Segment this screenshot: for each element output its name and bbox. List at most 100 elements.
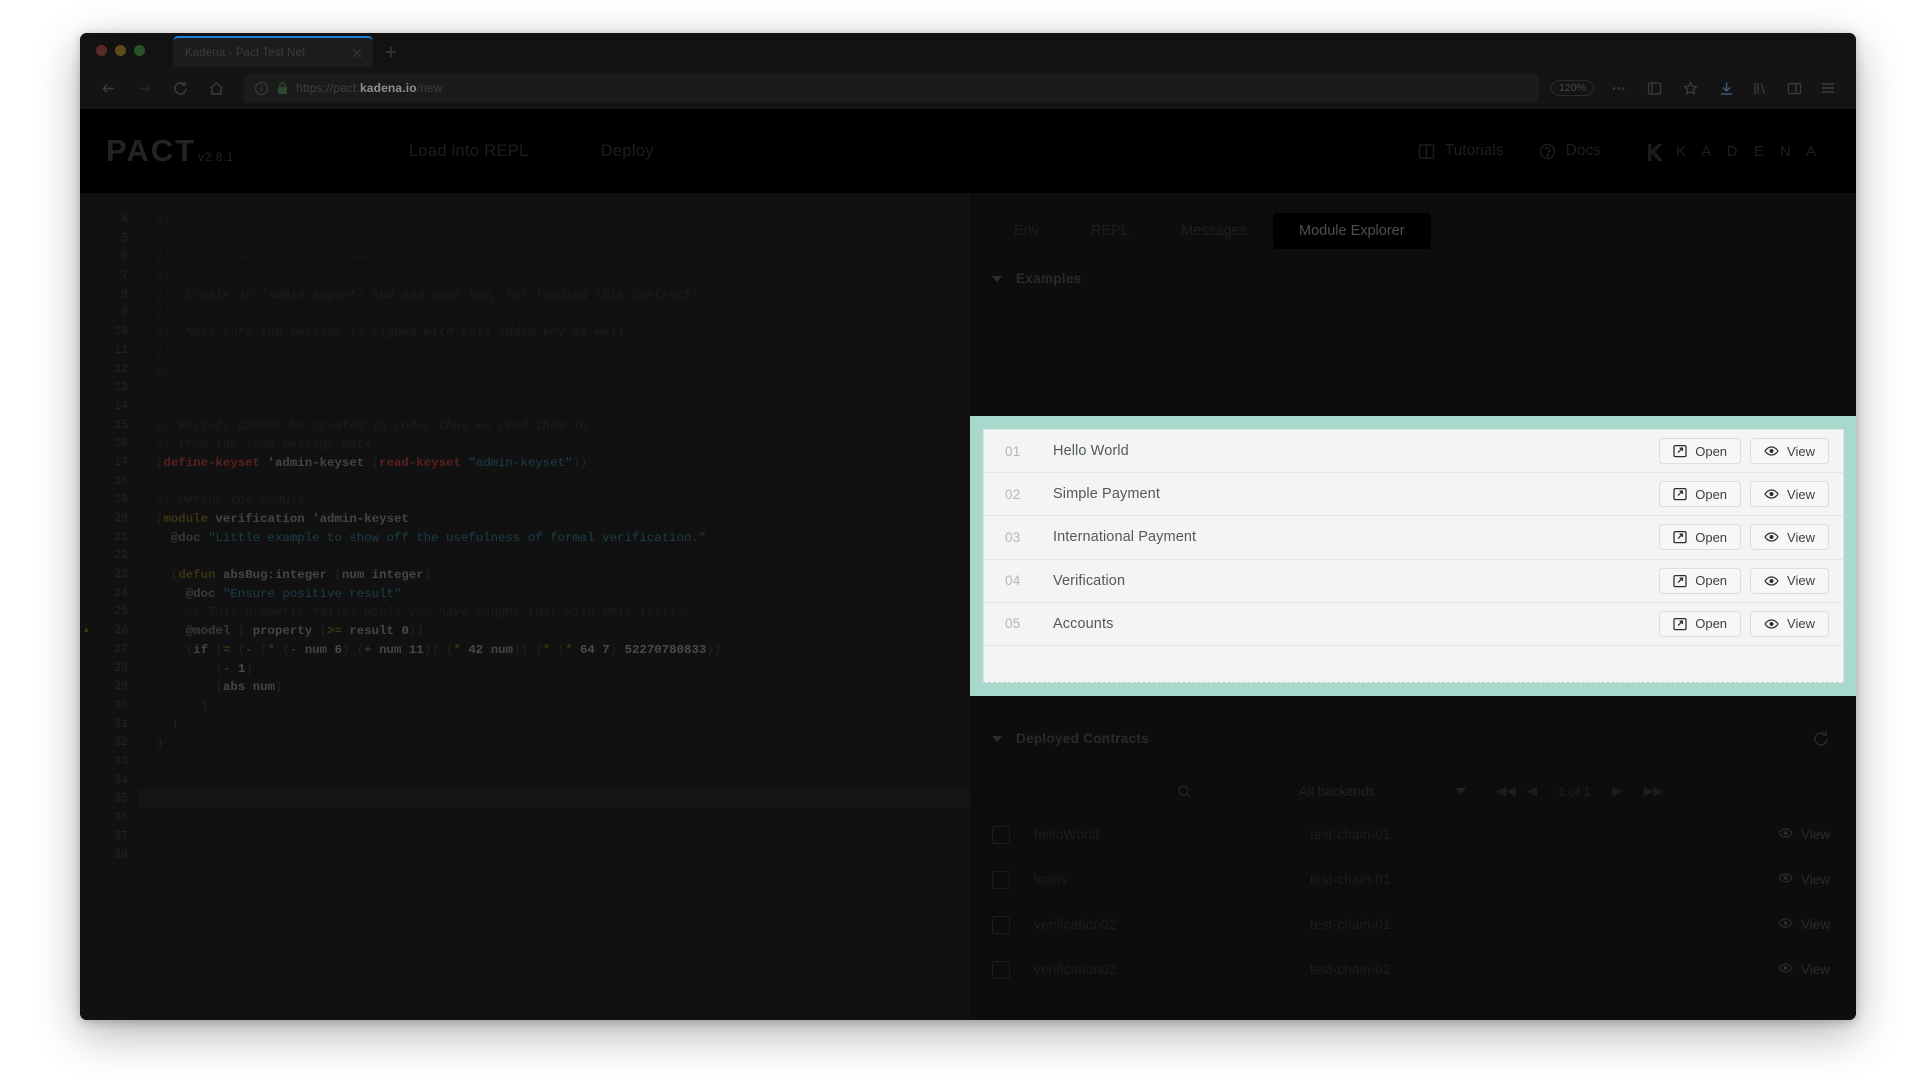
tab-env[interactable]: Env xyxy=(988,213,1065,249)
contract-row[interactable]: verification02 test-chain-02 View xyxy=(970,947,1856,992)
page-actions-icon[interactable] xyxy=(1602,73,1634,103)
deployed-contracts-header[interactable]: Deployed Contracts xyxy=(970,709,1856,760)
code-editor[interactable]: 4 5 6 7 8 9 10 11 12 13 14 15 16 17 18 19 20 21 22 23 24 25 26… xyxy=(80,193,970,1020)
search-input[interactable] xyxy=(992,777,1192,805)
chevron-down-icon[interactable] xyxy=(992,735,1002,742)
reader-view-icon[interactable] xyxy=(1638,73,1670,103)
tab-repl[interactable]: REPL xyxy=(1065,213,1155,249)
code-line[interactable]: ;; Keysets cannot be created in code, th… xyxy=(138,417,970,436)
kadena-brand[interactable]: K A D E N A xyxy=(1645,142,1822,161)
row-checkbox[interactable] xyxy=(992,825,1010,844)
code-line[interactable] xyxy=(138,828,970,847)
view-contract-button[interactable]: View xyxy=(1778,871,1830,888)
tab-module-explorer[interactable]: Module Explorer xyxy=(1272,213,1431,249)
code-line[interactable]: (abs num) xyxy=(138,678,970,697)
view-contract-button[interactable]: View xyxy=(1778,916,1830,933)
hamburger-menu-icon[interactable] xyxy=(1812,73,1844,103)
example-row[interactable]: 05 Accounts Open View xyxy=(984,603,1843,646)
new-tab-button[interactable] xyxy=(373,36,409,67)
code-line[interactable]: (if (= (- (* (- num 6) (+ num 11)) (* 42… xyxy=(138,641,970,660)
open-example-button[interactable]: Open xyxy=(1659,567,1742,594)
code-line[interactable]: ;; Make sure the message is signed with … xyxy=(138,323,970,342)
view-contract-button[interactable]: View xyxy=(1778,826,1830,843)
code-line[interactable]: @model [ property (>= result 0)] xyxy=(138,622,970,641)
address-bar[interactable]: https://pact.kadena.io/new xyxy=(244,73,1540,103)
back-icon[interactable] xyxy=(92,73,124,103)
row-checkbox[interactable] xyxy=(992,915,1010,934)
window-controls[interactable] xyxy=(96,45,145,56)
code-line[interactable]: ;;--------------------------------- xyxy=(138,248,970,267)
load-into-repl-button[interactable]: Load into REPL xyxy=(409,142,529,161)
downloads-icon[interactable] xyxy=(1710,73,1742,103)
code-line[interactable]: @doc "Little example to show off the use… xyxy=(138,529,970,548)
code-line[interactable] xyxy=(138,753,970,772)
prev-page-button[interactable]: ◀ xyxy=(1527,783,1537,799)
refresh-icon[interactable] xyxy=(1812,730,1830,748)
home-icon[interactable] xyxy=(200,73,232,103)
view-example-button[interactable]: View xyxy=(1750,567,1829,594)
open-example-button[interactable]: Open xyxy=(1659,524,1742,551)
code-line[interactable]: ) xyxy=(138,697,970,716)
code-line[interactable]: ;; xyxy=(138,267,970,286)
open-example-button[interactable]: Open xyxy=(1659,610,1742,637)
close-window-button[interactable] xyxy=(96,45,107,56)
library-icon[interactable] xyxy=(1744,73,1776,103)
view-example-button[interactable]: View xyxy=(1750,524,1829,551)
code-line[interactable] xyxy=(138,790,970,809)
code-line[interactable]: (module verification 'admin-keyset xyxy=(138,510,970,529)
code-line[interactable]: ;; xyxy=(138,342,970,361)
example-row[interactable]: 02 Simple Payment Open View xyxy=(984,473,1843,517)
contract-row[interactable]: helloWorld test-chain-01 View xyxy=(970,812,1856,857)
sidebar-toggle-icon[interactable] xyxy=(1778,73,1810,103)
code-line[interactable]: (defun absBug:integer (num integer) xyxy=(138,566,970,585)
code-line[interactable] xyxy=(138,846,970,865)
examples-section-header[interactable]: Examples xyxy=(970,249,1856,300)
code-line[interactable]: @doc "Ensure positive result" xyxy=(138,585,970,604)
code-line[interactable] xyxy=(138,398,970,417)
reload-icon[interactable] xyxy=(164,73,196,103)
code-line[interactable] xyxy=(138,547,970,566)
bookmark-star-icon[interactable] xyxy=(1674,73,1706,103)
pact-logo[interactable]: PACT v2.8.1 xyxy=(106,133,234,169)
code-line[interactable] xyxy=(138,379,970,398)
example-row[interactable]: 03 International Payment Open View xyxy=(984,516,1843,560)
browser-tab[interactable]: Kadena - Pact Test Net xyxy=(173,36,373,67)
code-content[interactable]: ;; ;;---------------------------------;;… xyxy=(138,193,970,1020)
code-line[interactable]: ;; from the load message data. xyxy=(138,435,970,454)
contract-row[interactable]: verification02 test-chain-01 View xyxy=(970,902,1856,947)
view-contract-button[interactable]: View xyxy=(1778,961,1830,978)
next-page-button[interactable]: ▶ xyxy=(1613,783,1623,799)
page-info-icon[interactable] xyxy=(254,81,269,96)
contract-row[interactable]: loans test-chain-01 View xyxy=(970,857,1856,902)
code-line[interactable] xyxy=(138,772,970,791)
tutorials-link[interactable]: Tutorials xyxy=(1417,142,1504,161)
minimize-window-button[interactable] xyxy=(115,45,126,56)
code-line[interactable]: (- 1) xyxy=(138,660,970,679)
code-line[interactable]: ) xyxy=(138,716,970,735)
open-example-button[interactable]: Open xyxy=(1659,438,1742,465)
deploy-button[interactable]: Deploy xyxy=(601,142,654,161)
code-line[interactable]: ;; xyxy=(138,304,970,323)
example-row[interactable]: 04 Verification Open View xyxy=(984,560,1843,603)
code-line[interactable] xyxy=(138,473,970,492)
maximize-window-button[interactable] xyxy=(134,45,145,56)
tab-messages[interactable]: Messages xyxy=(1155,213,1273,249)
view-example-button[interactable]: View xyxy=(1750,438,1829,465)
row-checkbox[interactable] xyxy=(992,960,1010,979)
code-line[interactable]: ) xyxy=(138,734,970,753)
code-line[interactable]: (define-keyset 'admin-keyset (read-keyse… xyxy=(138,454,970,473)
code-line[interactable] xyxy=(138,809,970,828)
backend-filter-select[interactable]: All backends xyxy=(1192,776,1482,806)
code-line[interactable] xyxy=(138,230,970,249)
code-line[interactable]: ;;--------------------------------- xyxy=(138,361,970,380)
open-example-button[interactable]: Open xyxy=(1659,481,1742,508)
code-line[interactable]: ;; This property fails: Would you have c… xyxy=(138,603,970,622)
zoom-level-indicator[interactable]: 120% xyxy=(1551,80,1594,96)
view-example-button[interactable]: View xyxy=(1750,481,1829,508)
view-example-button[interactable]: View xyxy=(1750,610,1829,637)
row-checkbox[interactable] xyxy=(992,870,1010,889)
chevron-down-icon[interactable] xyxy=(992,275,1002,282)
code-line[interactable]: ;; xyxy=(138,211,970,230)
docs-link[interactable]: Docs xyxy=(1538,142,1601,161)
code-line[interactable]: ;; Define the module. xyxy=(138,491,970,510)
